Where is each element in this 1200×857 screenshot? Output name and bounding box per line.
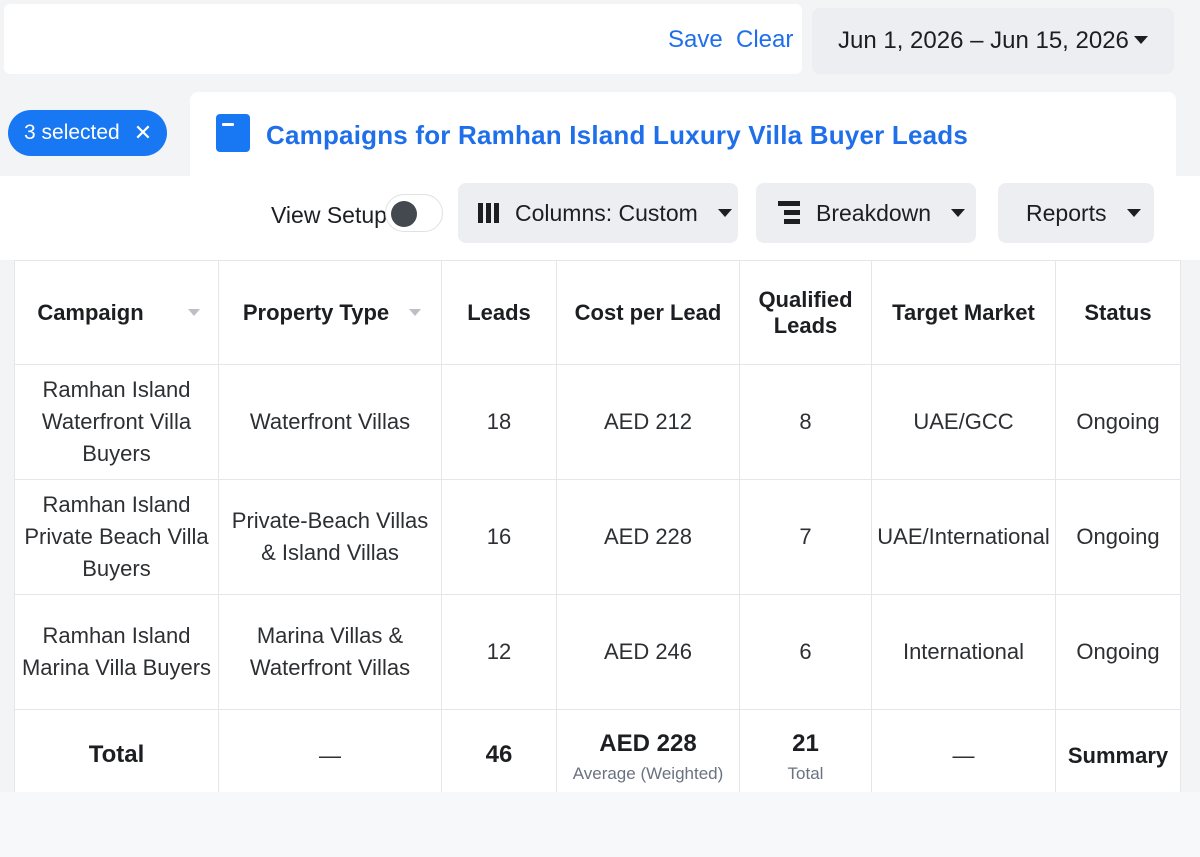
column-header-property-type[interactable]: Property Type — [218, 260, 442, 365]
total-status: Summary — [1055, 709, 1181, 802]
total-label: Total — [14, 709, 219, 802]
top-action-bar: Save Clear — [4, 4, 802, 74]
cell-target-market: UAE/GCC — [871, 364, 1056, 480]
clear-button[interactable]: Clear — [736, 26, 793, 54]
columns-label: Columns: Custom — [515, 199, 698, 226]
table-row[interactable]: Ramhan Island Private Beach Villa Buyers … — [14, 479, 1181, 595]
column-header-leads[interactable]: Leads — [441, 260, 557, 365]
cell-campaign: Ramhan Island Marina Villa Buyers — [14, 594, 219, 710]
toggle-knob — [391, 201, 417, 227]
reports-button[interactable]: Reports — [998, 183, 1154, 243]
cell-property-type: Private-Beach Villas & Island Villas — [218, 479, 442, 595]
table-row[interactable]: Ramhan Island Waterfront Villa Buyers Wat… — [14, 364, 1181, 480]
table-header-row: Campaign Property Type Leads Cost per Le… — [14, 260, 1181, 365]
view-setup-label: View Setup — [271, 202, 387, 228]
cell-qualified-leads: 7 — [739, 479, 872, 595]
columns-icon — [478, 203, 499, 223]
selection-count: 3 selected — [24, 121, 120, 144]
table-row[interactable]: Ramhan Island Marina Villa Buyers Marina … — [14, 594, 1181, 710]
campaign-panel-header: Campaigns for Ramhan Island Luxury Villa… — [190, 92, 1176, 180]
save-button[interactable]: Save — [668, 26, 723, 54]
cell-target-market: UAE/International — [871, 479, 1056, 595]
total-property-type: — — [218, 709, 442, 802]
column-header-cost-per-lead[interactable]: Cost per Lead — [556, 260, 740, 365]
cell-status: Ongoing — [1055, 364, 1181, 480]
close-icon[interactable]: ✕ — [134, 122, 152, 144]
date-range-label: Jun 1, 2026 – Jun 15, 2026 — [838, 27, 1129, 54]
cell-campaign: Ramhan Island Waterfront Villa Buyers — [14, 364, 219, 480]
cell-target-market: International — [871, 594, 1056, 710]
cell-cost-per-lead: AED 246 — [556, 594, 740, 710]
table-total-row: Total — 46 AED 228 Average (Weighted) 21… — [14, 709, 1181, 802]
column-header-qualified-leads[interactable]: Qualified Leads — [739, 260, 872, 365]
columns-button[interactable]: Columns: Custom — [458, 183, 738, 243]
cell-qualified-leads: 6 — [739, 594, 872, 710]
cell-campaign: Ramhan Island Private Beach Villa Buyers — [14, 479, 219, 595]
campaigns-table: Campaign Property Type Leads Cost per Le… — [14, 260, 1181, 802]
cell-leads: 18 — [441, 364, 557, 480]
cell-status: Ongoing — [1055, 479, 1181, 595]
cell-cost-per-lead: AED 228 — [556, 479, 740, 595]
column-header-target-market[interactable]: Target Market — [871, 260, 1056, 365]
table-toolbar: View Setup Columns: Custom Breakdown Rep… — [0, 176, 1200, 260]
total-qualified-leads: 21 Total — [739, 709, 872, 802]
total-cost-per-lead: AED 228 Average (Weighted) — [556, 709, 740, 802]
breakdown-icon — [778, 201, 800, 225]
sort-icon[interactable] — [409, 309, 421, 316]
reports-label: Reports — [1026, 199, 1107, 226]
chevron-down-icon — [1134, 36, 1148, 44]
chevron-down-icon — [1126, 209, 1141, 217]
cell-property-type: Marina Villas & Waterfront Villas — [218, 594, 442, 710]
cell-property-type: Waterfront Villas — [218, 364, 442, 480]
sort-icon[interactable] — [188, 309, 200, 316]
cell-leads: 12 — [441, 594, 557, 710]
chevron-down-icon — [951, 209, 966, 217]
breakdown-button[interactable]: Breakdown — [756, 183, 976, 243]
chevron-down-icon — [717, 209, 732, 217]
campaign-icon — [216, 114, 250, 152]
cell-leads: 16 — [441, 479, 557, 595]
cell-cost-per-lead: AED 212 — [556, 364, 740, 480]
column-header-status[interactable]: Status — [1055, 260, 1181, 365]
page-title: Campaigns for Ramhan Island Luxury Villa… — [266, 120, 969, 150]
column-header-campaign[interactable]: Campaign — [14, 260, 219, 365]
view-setup-toggle[interactable] — [385, 194, 443, 232]
breakdown-label: Breakdown — [816, 199, 932, 226]
page-footer-area — [0, 792, 1200, 857]
total-target-market: — — [871, 709, 1056, 802]
selection-pill[interactable]: 3 selected ✕ — [8, 110, 167, 156]
total-leads: 46 — [441, 709, 557, 802]
cell-status: Ongoing — [1055, 594, 1181, 710]
date-range-picker[interactable]: Jun 1, 2026 – Jun 15, 2026 — [812, 8, 1174, 74]
cell-qualified-leads: 8 — [739, 364, 872, 480]
